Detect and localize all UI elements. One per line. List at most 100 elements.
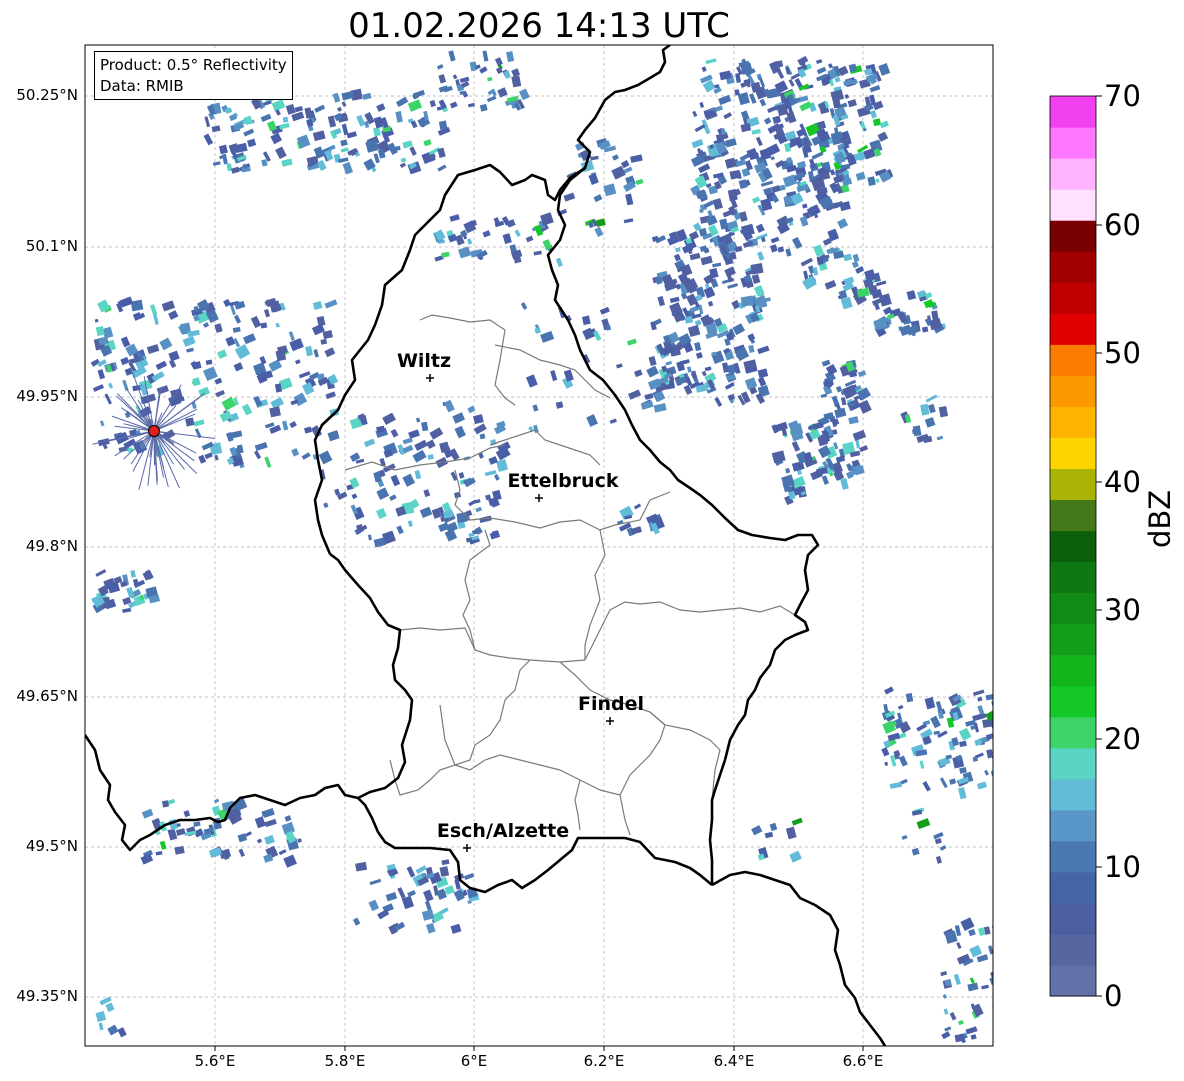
echo-cell xyxy=(168,350,180,362)
echo-cell xyxy=(245,831,252,837)
echo-cell xyxy=(799,101,813,112)
echo-cell xyxy=(232,326,241,333)
echo-cell xyxy=(897,712,902,721)
echo-cell xyxy=(205,359,213,366)
echo-cell xyxy=(931,310,939,322)
echo-cell xyxy=(395,111,403,123)
echo-cell xyxy=(911,809,923,816)
lon-tick-label: 6.4°E xyxy=(713,1052,755,1070)
city-label-findel: Findel xyxy=(577,693,645,715)
echo-cell xyxy=(657,295,666,307)
lon-tick-label: 6°E xyxy=(460,1052,488,1070)
echo-cell xyxy=(827,63,834,69)
echo-cell xyxy=(204,116,211,128)
colorbar-segment xyxy=(1050,623,1096,656)
echo-cell xyxy=(834,76,841,83)
echo-cell xyxy=(763,117,772,125)
echo-cell xyxy=(684,316,693,324)
echo-cell xyxy=(211,125,221,133)
echo-cell xyxy=(503,70,511,79)
echo-cell xyxy=(705,58,717,65)
echo-cell xyxy=(423,889,434,902)
colorbar-segment xyxy=(1050,282,1096,314)
echo-cell xyxy=(438,74,447,84)
echo-cell xyxy=(142,570,154,581)
echo-cell xyxy=(95,325,105,337)
echo-cell xyxy=(396,525,404,535)
echo-cell xyxy=(395,96,409,108)
echo-cell xyxy=(769,822,778,832)
echo-cell xyxy=(376,487,390,500)
echo-cell xyxy=(756,251,765,261)
echo-cell xyxy=(744,377,758,390)
echo-cell xyxy=(785,248,792,257)
colorbar-segment xyxy=(1050,902,1096,935)
echo-cell xyxy=(238,848,245,858)
echo-cell xyxy=(324,299,338,309)
echo-cell xyxy=(304,107,313,119)
colorbar-segment xyxy=(1050,189,1096,221)
echo-cell xyxy=(965,1026,978,1035)
echo-cell xyxy=(390,474,401,487)
lon-tick-label: 6.2°E xyxy=(583,1052,625,1070)
echo-cell xyxy=(494,57,503,66)
echo-cell xyxy=(816,66,827,75)
echo-cell xyxy=(945,754,953,760)
echo-cell xyxy=(402,140,413,149)
echo-cell xyxy=(243,128,255,137)
echo-cell xyxy=(429,99,436,108)
echo-cell xyxy=(186,347,194,353)
echo-cell xyxy=(812,267,819,276)
echo-cell xyxy=(167,828,178,841)
echo-cell xyxy=(487,77,493,82)
lat-tick-label: 49.35°N xyxy=(16,987,78,1005)
echo-cell xyxy=(701,66,707,72)
echo-cell xyxy=(764,831,774,839)
canton-borders xyxy=(344,314,796,836)
echo-cell xyxy=(168,310,179,320)
echo-cell xyxy=(241,403,253,416)
echo-cell xyxy=(168,359,177,369)
echo-cell xyxy=(376,507,387,520)
echo-cell xyxy=(603,183,617,197)
echo-cell xyxy=(791,817,803,826)
echo-cell xyxy=(704,366,712,372)
echo-cell xyxy=(912,425,922,437)
echo-cell xyxy=(757,368,769,379)
echo-cell xyxy=(193,419,205,427)
echo-cell xyxy=(304,426,312,434)
lon-tick-label: 5.8°E xyxy=(324,1052,366,1070)
echo-cell xyxy=(225,336,236,347)
echo-cell xyxy=(748,344,755,353)
echo-cell xyxy=(924,417,936,428)
echo-cell xyxy=(534,327,541,334)
echo-cell xyxy=(732,323,746,336)
colorbar-segment xyxy=(1050,96,1096,128)
echo-cell xyxy=(848,416,859,425)
echo-cell xyxy=(414,439,428,451)
echo-cell xyxy=(977,696,983,702)
echo-cell xyxy=(268,359,283,372)
echo-cell xyxy=(755,136,763,147)
echo-cell xyxy=(332,92,341,103)
echo-cell xyxy=(698,163,711,174)
echo-cell xyxy=(289,420,297,429)
echo-cell xyxy=(944,979,952,987)
echo-cell xyxy=(130,299,144,312)
colorbar-segment xyxy=(1050,716,1096,749)
echo-cell xyxy=(312,301,323,310)
echo-cell xyxy=(243,115,253,126)
echo-cell xyxy=(120,336,131,348)
echo-cell xyxy=(439,866,450,877)
echo-cell xyxy=(399,162,407,168)
echo-cell xyxy=(759,98,767,107)
echo-cell xyxy=(689,252,701,261)
echo-cell xyxy=(969,977,975,984)
echo-cell xyxy=(970,1034,977,1040)
colorbar-tick-label: 20 xyxy=(1104,722,1141,756)
colorbar-segment xyxy=(1050,313,1096,345)
echo-cell xyxy=(214,377,223,385)
echo-cell xyxy=(712,198,723,210)
echo-cell xyxy=(98,1022,104,1031)
echo-cell xyxy=(346,131,357,139)
